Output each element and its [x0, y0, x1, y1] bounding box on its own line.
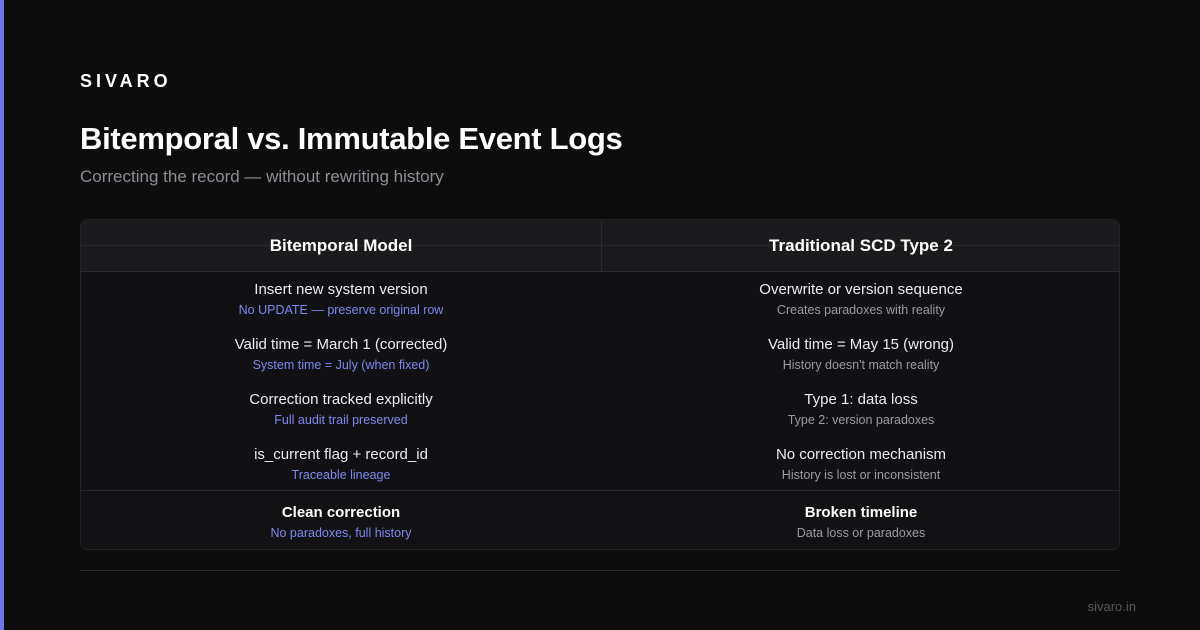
cell-main-text: Overwrite or version sequence	[759, 281, 963, 298]
cell-sub-text: History is lost or inconsistent	[781, 468, 941, 482]
table-cell-left: Valid time = March 1 (corrected) System …	[81, 335, 601, 373]
cell-sub-text: System time = July (when fixed)	[252, 358, 430, 372]
column-header-scd-type-2: Traditional SCD Type 2	[769, 236, 953, 255]
summary-cell-left: Clean correction No paradoxes, full hist…	[81, 503, 601, 541]
footer-url: sivaro.in	[1087, 599, 1136, 614]
comparison-table: Bitemporal Model Traditional SCD Type 2 …	[80, 219, 1120, 550]
cell-sub-text: Full audit trail preserved	[274, 413, 408, 427]
cell-main-text: Type 1: data loss	[804, 391, 918, 408]
cell-main-text: Correction tracked explicitly	[249, 391, 433, 408]
summary-sub-text: No paradoxes, full history	[270, 526, 412, 540]
table-cell-left: is_current flag + record_id Traceable li…	[81, 445, 601, 483]
cell-sub-text: Creates paradoxes with reality	[776, 303, 946, 317]
column-header-bitemporal: Bitemporal Model	[269, 236, 413, 255]
cell-sub-text: Type 2: version paradoxes	[787, 413, 935, 427]
summary-row: Clean correction No paradoxes, full hist…	[81, 490, 1119, 549]
cell-main-text: Valid time = March 1 (corrected)	[234, 336, 448, 353]
table-cell-left: Correction tracked explicitly Full audit…	[81, 390, 601, 428]
brand-logo-text: SIVARO	[80, 71, 172, 91]
summary-sub-text: Data loss or paradoxes	[796, 526, 926, 540]
cell-main-text: Valid time = May 15 (wrong)	[767, 336, 955, 353]
summary-cell-right: Broken timeline Data loss or paradoxes	[601, 503, 1119, 541]
summary-main-text: Broken timeline	[804, 504, 918, 521]
table-cell-right: No correction mechanism History is lost …	[601, 445, 1119, 483]
cell-sub-text: History doesn't match reality	[782, 358, 940, 372]
accent-bar	[0, 0, 4, 630]
cell-sub-text: Traceable lineage	[291, 468, 391, 482]
footer-divider	[80, 570, 1120, 571]
cell-main-text: is_current flag + record_id	[254, 446, 428, 463]
summary-main-text: Clean correction	[281, 504, 401, 521]
page-subtitle: Correcting the record — without rewritin…	[80, 167, 444, 186]
page-title: Bitemporal vs. Immutable Event Logs	[80, 121, 623, 156]
table-cell-right: Type 1: data loss Type 2: version parado…	[601, 390, 1119, 428]
cell-sub-text: No UPDATE — preserve original row	[238, 303, 444, 317]
cell-main-text: No correction mechanism	[775, 446, 947, 463]
table-cell-left: Insert new system version No UPDATE — pr…	[81, 280, 601, 318]
table-cell-right: Overwrite or version sequence Creates pa…	[601, 280, 1119, 318]
table-header: Bitemporal Model Traditional SCD Type 2	[81, 220, 1119, 272]
table-cell-right: Valid time = May 15 (wrong) History does…	[601, 335, 1119, 373]
cell-main-text: Insert new system version	[254, 281, 428, 298]
